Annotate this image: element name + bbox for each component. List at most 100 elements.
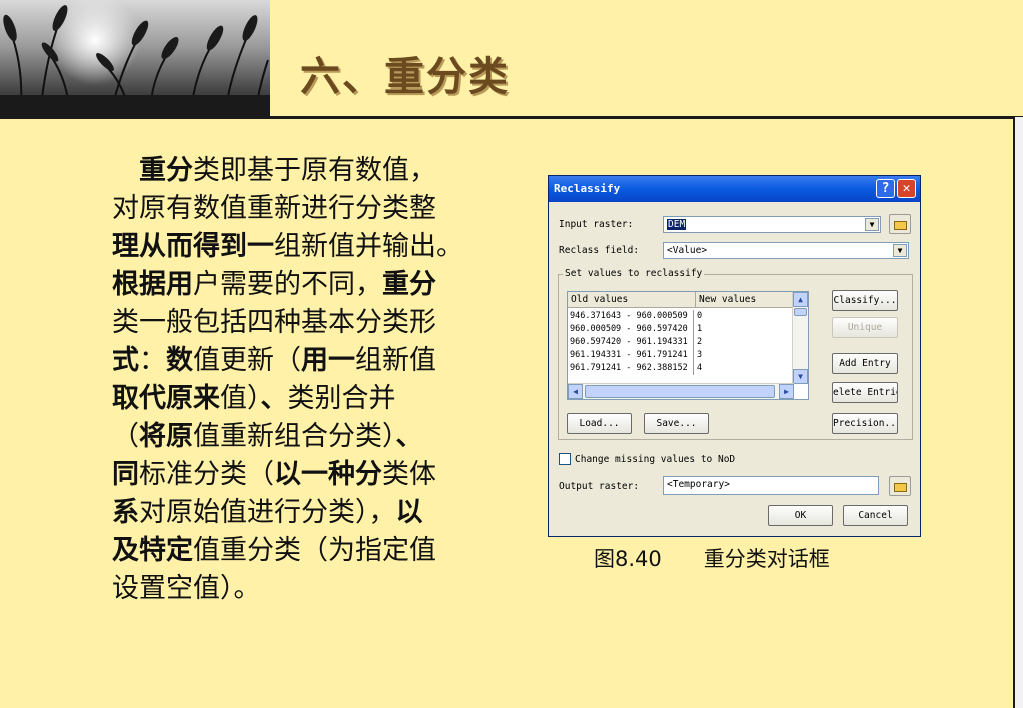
text-run: 值） bbox=[220, 383, 261, 414]
bold-text-run: 理从而得到一 bbox=[112, 231, 274, 262]
column-header-new-values[interactable]: New values bbox=[696, 292, 794, 308]
text-run: 组新值 bbox=[355, 345, 436, 376]
output-raster-label: Output raster: bbox=[559, 481, 640, 492]
set-values-group-label: Set values to reclassify bbox=[563, 268, 705, 279]
text-run: 类即基于原有数值， bbox=[193, 155, 436, 186]
text-run: 类一般包括四种基本分类形 bbox=[112, 307, 436, 338]
new-value-cell[interactable]: 0 bbox=[697, 310, 702, 323]
column-header-old-values[interactable]: Old values bbox=[568, 292, 696, 308]
reclass-field-value: <Value> bbox=[667, 245, 708, 256]
input-raster-label: Input raster: bbox=[559, 219, 634, 230]
input-raster-browse-button[interactable] bbox=[889, 214, 911, 234]
delete-entries-button[interactable]: elete Entrie bbox=[832, 382, 898, 403]
bold-text-run: 重分 bbox=[139, 155, 193, 186]
bold-text-run: 根据用 bbox=[112, 269, 193, 300]
precision-button[interactable]: Precision... bbox=[832, 413, 898, 434]
scroll-right-icon[interactable]: ▶ bbox=[779, 384, 794, 399]
bold-text-run: 及特定 bbox=[112, 535, 193, 566]
dialog-titlebar[interactable]: Reclassify ? ✕ bbox=[549, 176, 920, 202]
bold-text-run: 取代原来 bbox=[112, 383, 220, 414]
bold-text-run: 用一 bbox=[301, 345, 355, 376]
text-run: 值更新（ bbox=[193, 345, 301, 376]
text-run: ： bbox=[139, 345, 166, 376]
output-raster-value: <Temporary> bbox=[667, 479, 730, 490]
input-raster-select[interactable]: DEM ▼ bbox=[663, 216, 881, 233]
bold-text-run: 、 bbox=[395, 421, 423, 452]
bold-text-run: 系 bbox=[112, 497, 139, 528]
cancel-button[interactable]: Cancel bbox=[843, 505, 908, 526]
slide-title: 六、重分类 bbox=[300, 54, 510, 100]
text-run: 设置空值）。 bbox=[112, 573, 261, 604]
old-value-cell: 961.791241 - 962.388152 bbox=[570, 362, 694, 375]
body-line: 设置空值）。 bbox=[112, 570, 512, 608]
vertical-scroll-thumb[interactable] bbox=[794, 308, 807, 316]
body-line: 系对原始值进行分类），以 bbox=[112, 494, 512, 532]
body-line: 对原有数值重新进行分类整 bbox=[112, 190, 512, 228]
old-value-cell: 946.371643 - 960.000509 bbox=[570, 310, 694, 323]
body-line: （将原值重新组合分类）、 bbox=[112, 418, 512, 456]
text-run: 标准分类（ bbox=[139, 459, 274, 490]
bold-text-run: 同 bbox=[112, 459, 139, 490]
output-raster-browse-button[interactable] bbox=[889, 476, 911, 496]
missing-values-label: Change missing values to NoD bbox=[575, 454, 736, 465]
new-value-cell[interactable]: 4 bbox=[697, 362, 702, 375]
bold-text-run: 、 bbox=[260, 383, 288, 414]
load-button[interactable]: Load... bbox=[567, 413, 632, 434]
text-run: 类别合并 bbox=[287, 383, 396, 414]
body-line: 取代原来值）、类别合并 bbox=[112, 380, 512, 418]
classify-button[interactable]: Classify... bbox=[832, 290, 898, 311]
reclass-field-label: Reclass field: bbox=[559, 245, 640, 256]
text-run: 对原始值进行分类）， bbox=[139, 497, 396, 528]
body-line: 类一般包括四种基本分类形 bbox=[112, 304, 512, 342]
new-value-cell[interactable]: 3 bbox=[697, 349, 702, 362]
input-raster-value: DEM bbox=[667, 219, 687, 230]
scroll-down-icon[interactable]: ▼ bbox=[793, 369, 808, 384]
text-run: 值重分类（为指定值 bbox=[193, 535, 436, 566]
body-line: 同标准分类（以一种分类体 bbox=[112, 456, 512, 494]
text-run: 值重新组合分类） bbox=[193, 421, 396, 452]
ok-button[interactable]: OK bbox=[768, 505, 833, 526]
dialog-title: Reclassify bbox=[554, 182, 621, 195]
folder-icon bbox=[894, 483, 907, 492]
body-line: 根据用户需要的不同，重分 bbox=[112, 266, 512, 304]
folder-icon bbox=[894, 221, 907, 230]
body-paragraph: 重分类即基于原有数值， 对原有数值重新进行分类整 理从而得到一组新值并输出。 根据用户… bbox=[112, 152, 512, 608]
reclass-field-select[interactable]: <Value> ▼ bbox=[663, 242, 909, 259]
unique-button[interactable]: Unique bbox=[832, 317, 898, 338]
body-line: 重分类即基于原有数值， bbox=[112, 152, 512, 190]
bold-text-run: 将原 bbox=[139, 421, 193, 452]
bold-text-run: 重分 bbox=[382, 269, 436, 300]
text-run bbox=[112, 155, 139, 186]
bold-text-run: 以 bbox=[395, 497, 423, 528]
body-line: 式：数值更新（用一组新值 bbox=[112, 342, 512, 380]
text-run: （ bbox=[112, 421, 139, 452]
bold-text-run: 式 bbox=[112, 345, 139, 376]
new-value-cell[interactable]: 1 bbox=[697, 323, 702, 336]
old-value-cell: 961.194331 - 961.791241 bbox=[570, 349, 694, 362]
table-vertical-scrollbar[interactable]: ▲ ▼ bbox=[792, 292, 808, 384]
save-button[interactable]: Save... bbox=[644, 413, 709, 434]
figure-caption: 图8.40 重分类对话框 bbox=[594, 547, 830, 571]
body-line: 理从而得到一组新值并输出。 bbox=[112, 228, 512, 266]
chevron-down-icon[interactable]: ▼ bbox=[893, 244, 907, 257]
scroll-left-icon[interactable]: ◀ bbox=[568, 384, 583, 399]
close-button[interactable]: ✕ bbox=[897, 179, 916, 198]
horizontal-scroll-thumb[interactable] bbox=[585, 385, 775, 398]
missing-values-checkbox[interactable] bbox=[559, 453, 571, 465]
output-raster-input[interactable]: <Temporary> bbox=[663, 476, 879, 495]
text-run: 组新值并输出。 bbox=[274, 231, 463, 262]
reclass-table[interactable]: Old values New values 946.371643 - 960.0… bbox=[567, 291, 809, 400]
chevron-down-icon[interactable]: ▼ bbox=[865, 218, 879, 231]
help-button[interactable]: ? bbox=[876, 179, 895, 198]
reclassify-dialog: Reclassify ? ✕ Input raster: DEM ▼ Recla… bbox=[548, 175, 921, 537]
body-line: 及特定值重分类（为指定值 bbox=[112, 532, 512, 570]
text-run: 户需要的不同， bbox=[193, 269, 382, 300]
scroll-up-icon[interactable]: ▲ bbox=[793, 292, 808, 307]
header-divider bbox=[0, 116, 1023, 119]
bold-text-run: 以一种分 bbox=[274, 459, 382, 490]
new-value-cell[interactable]: 2 bbox=[697, 336, 702, 349]
table-horizontal-scrollbar[interactable]: ◀ ▶ bbox=[568, 383, 794, 399]
text-run: 对原有数值重新进行分类整 bbox=[112, 193, 436, 224]
bold-text-run: 数 bbox=[166, 345, 193, 376]
add-entry-button[interactable]: Add Entry bbox=[832, 353, 898, 374]
